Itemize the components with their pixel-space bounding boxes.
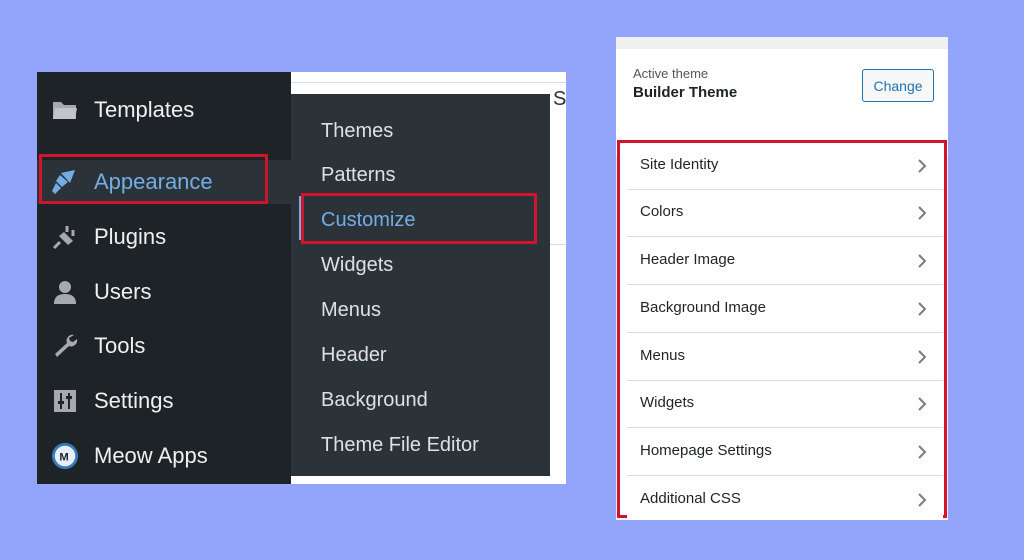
chevron-right-icon bbox=[918, 445, 927, 459]
user-icon bbox=[51, 279, 79, 305]
active-theme-label: Active theme bbox=[633, 66, 709, 81]
sections-highlight-box: Site Identity Colors Header Image Backgr… bbox=[617, 140, 947, 520]
menu-item-tools[interactable]: Tools bbox=[37, 324, 291, 368]
section-label: Widgets bbox=[640, 394, 695, 411]
submenu-item-widgets[interactable]: Widgets bbox=[321, 252, 393, 278]
section-label: Site Identity bbox=[640, 156, 719, 173]
menu-item-meow-apps[interactable]: M Meow Apps bbox=[37, 434, 291, 478]
chevron-right-icon bbox=[918, 254, 927, 268]
submenu-item-header[interactable]: Header bbox=[321, 342, 387, 368]
sliders-icon bbox=[51, 388, 79, 414]
appearance-submenu: Themes Patterns Customize Widgets Menus … bbox=[291, 94, 550, 476]
section-widgets[interactable]: Widgets bbox=[627, 381, 943, 428]
wrench-icon bbox=[51, 333, 79, 359]
section-site-identity[interactable]: Site Identity bbox=[627, 143, 943, 190]
menu-label: Users bbox=[94, 279, 152, 304]
menu-label: Meow Apps bbox=[94, 443, 208, 468]
menu-label: Settings bbox=[94, 388, 174, 413]
menu-item-templates[interactable]: Templates bbox=[37, 88, 291, 132]
section-background-image[interactable]: Background Image bbox=[627, 286, 943, 333]
svg-text:M: M bbox=[59, 452, 68, 464]
menu-item-settings[interactable]: Settings bbox=[37, 379, 291, 423]
section-additional-css[interactable]: Additional CSS bbox=[627, 477, 943, 520]
plug-icon bbox=[51, 224, 79, 250]
theme-name: Builder Theme bbox=[633, 84, 738, 101]
section-label: Additional CSS bbox=[640, 490, 741, 507]
section-menus[interactable]: Menus bbox=[627, 334, 943, 381]
appearance-highlight-box bbox=[39, 154, 268, 204]
customize-highlight-box bbox=[301, 193, 537, 244]
folder-icon bbox=[51, 97, 79, 123]
menu-label: Tools bbox=[94, 333, 146, 358]
section-label: Homepage Settings bbox=[640, 442, 772, 459]
menu-label: Plugins bbox=[94, 224, 167, 249]
section-header-image[interactable]: Header Image bbox=[627, 238, 943, 285]
menu-item-plugins[interactable]: Plugins bbox=[37, 215, 291, 259]
submenu-item-patterns[interactable]: Patterns bbox=[321, 162, 395, 188]
chevron-right-icon bbox=[918, 397, 927, 411]
menu-label: Templates bbox=[94, 97, 195, 122]
change-theme-button[interactable]: Change bbox=[862, 69, 934, 102]
section-colors[interactable]: Colors bbox=[627, 190, 943, 237]
section-homepage-settings[interactable]: Homepage Settings bbox=[627, 429, 943, 476]
admin-sidebar: Templates Appearance Plugins Users Tools bbox=[37, 72, 291, 484]
chevron-right-icon bbox=[918, 302, 927, 316]
submenu-item-menus[interactable]: Menus bbox=[321, 297, 381, 323]
section-label: Background Image bbox=[640, 299, 766, 316]
content-fragment: S bbox=[553, 88, 566, 110]
submenu-item-theme-file-editor[interactable]: Theme File Editor bbox=[321, 432, 479, 458]
submenu-item-themes[interactable]: Themes bbox=[321, 118, 393, 144]
section-label: Menus bbox=[640, 347, 686, 364]
menu-item-users[interactable]: Users bbox=[37, 270, 291, 314]
chevron-right-icon bbox=[918, 159, 927, 173]
section-label: Header Image bbox=[640, 251, 736, 268]
chevron-right-icon bbox=[918, 206, 927, 220]
submenu-item-background[interactable]: Background bbox=[321, 387, 428, 413]
submenu-pointer bbox=[282, 174, 291, 192]
wp-admin-menu-screenshot: S Templates Appearance Plugins Users Too… bbox=[37, 72, 566, 484]
customizer-panel: Active theme Builder Theme Change Site I… bbox=[616, 37, 948, 520]
section-label: Colors bbox=[640, 203, 684, 220]
chevron-right-icon bbox=[918, 493, 927, 507]
chevron-right-icon bbox=[918, 350, 927, 364]
meow-apps-icon: M bbox=[51, 442, 79, 470]
